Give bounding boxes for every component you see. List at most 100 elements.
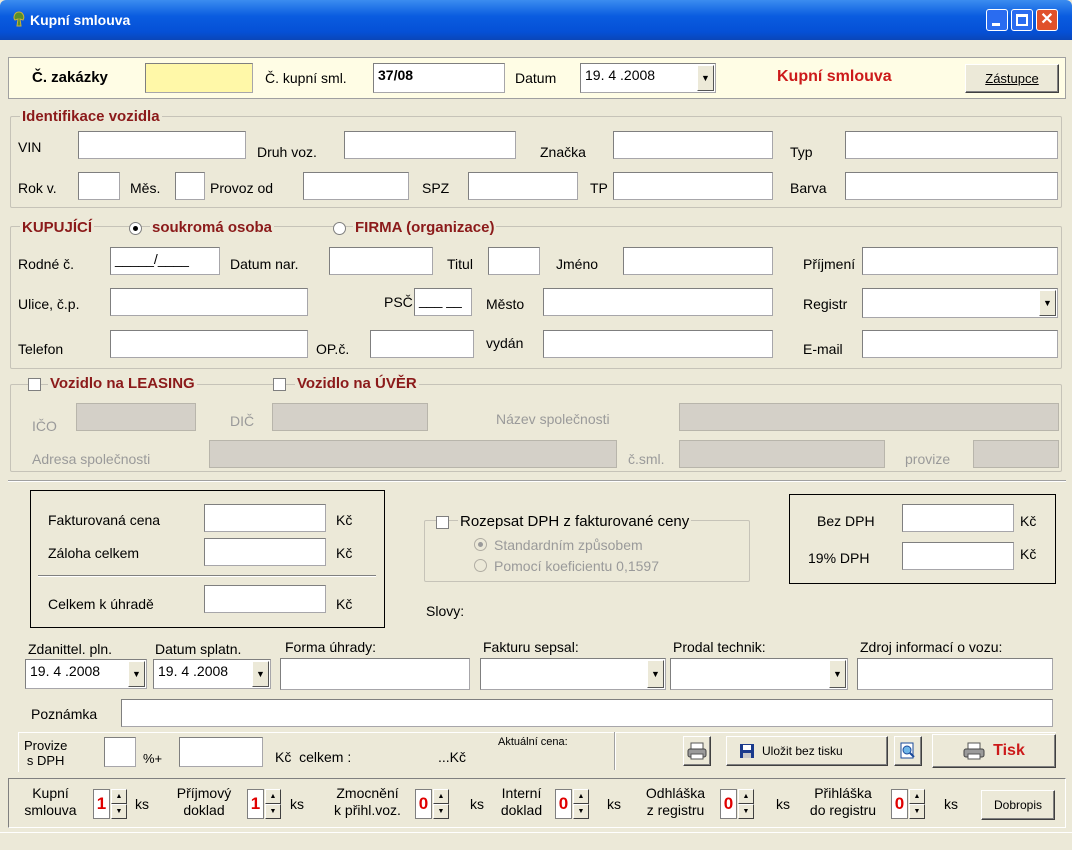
radio-soukroma-osoba[interactable] xyxy=(129,222,142,235)
fakturu-select[interactable]: ▼ xyxy=(480,658,666,690)
psc-input[interactable]: ___ __ xyxy=(414,288,472,316)
doc-count-value[interactable]: 1 xyxy=(247,789,264,819)
down-arrow-icon[interactable]: ▼ xyxy=(433,804,449,819)
typ-input[interactable] xyxy=(845,131,1058,159)
mes-input[interactable] xyxy=(175,172,205,200)
spinner-arrows[interactable]: ▲ ▼ xyxy=(433,789,449,819)
prodal-select[interactable]: ▼ xyxy=(670,658,848,690)
radio-soukroma-label[interactable]: soukromá osoba xyxy=(150,219,275,236)
jmeno-input[interactable] xyxy=(623,247,773,275)
down-arrow-icon[interactable]: ▼ xyxy=(909,804,925,819)
ulice-input[interactable] xyxy=(110,288,308,316)
uver-checkbox[interactable] xyxy=(273,378,286,391)
spinner-arrows[interactable]: ▲ ▼ xyxy=(111,789,127,819)
doc-count-value[interactable]: 0 xyxy=(415,789,432,819)
down-arrow-icon[interactable]: ▼ xyxy=(573,804,589,819)
provoz-input[interactable] xyxy=(303,172,409,200)
up-arrow-icon[interactable]: ▲ xyxy=(738,789,754,804)
provize-kc-input[interactable] xyxy=(179,737,263,767)
celkem-input[interactable] xyxy=(204,585,326,613)
up-arrow-icon[interactable]: ▲ xyxy=(265,789,281,804)
slovy-label: Slovy: xyxy=(426,603,465,619)
radio-firma-label[interactable]: FIRMA (organizace) xyxy=(353,219,497,236)
chevron-down-icon[interactable]: ▼ xyxy=(647,660,664,688)
spz-input[interactable] xyxy=(468,172,578,200)
doc-count-spinner-0[interactable]: 1 ▲ ▼ xyxy=(93,789,130,819)
titul-input[interactable] xyxy=(488,247,540,275)
chevron-down-icon[interactable]: ▼ xyxy=(128,661,145,687)
rok-input[interactable] xyxy=(78,172,120,200)
print-preview-button[interactable] xyxy=(683,736,711,766)
dph19-input[interactable] xyxy=(902,542,1014,570)
doc-count-spinner-5[interactable]: 0 ▲ ▼ xyxy=(891,789,928,819)
zdanitel-select[interactable]: 19. 4 .2008 ▼ xyxy=(25,659,147,689)
chevron-down-icon[interactable]: ▼ xyxy=(252,661,269,687)
datum-value: 19. 4 .2008 xyxy=(585,67,656,83)
leasing-checkbox[interactable] xyxy=(28,378,41,391)
doc-count-spinner-2[interactable]: 0 ▲ ▼ xyxy=(415,789,452,819)
mesto-input[interactable] xyxy=(543,288,773,316)
doc-count-value[interactable]: 0 xyxy=(555,789,572,819)
down-arrow-icon[interactable]: ▼ xyxy=(111,804,127,819)
spinner-arrows[interactable]: ▲ ▼ xyxy=(573,789,589,819)
app-icon xyxy=(11,10,27,28)
aktualni-divider xyxy=(614,732,616,770)
print-button[interactable]: Tisk xyxy=(932,734,1056,768)
leasing-label[interactable]: Vozidlo na LEASING xyxy=(48,375,197,392)
email-input[interactable] xyxy=(862,330,1058,358)
barva-input[interactable] xyxy=(845,172,1058,200)
doc-count-value[interactable]: 0 xyxy=(891,789,908,819)
provize-pct-input[interactable] xyxy=(104,737,136,767)
uver-label[interactable]: Vozidlo na ÚVĚR xyxy=(295,375,419,392)
chevron-down-icon[interactable]: ▼ xyxy=(1039,290,1056,316)
zakazka-input[interactable] xyxy=(145,63,253,93)
bez-dph-input[interactable] xyxy=(902,504,1014,532)
chevron-down-icon[interactable]: ▼ xyxy=(697,65,714,91)
rodne-input[interactable]: _____/____ xyxy=(110,247,220,275)
zastupce-button[interactable]: Zástupce xyxy=(965,64,1059,93)
spinner-arrows[interactable]: ▲ ▼ xyxy=(265,789,281,819)
kupni-sml-input[interactable]: 37/08 xyxy=(373,63,505,93)
doc-count-value[interactable]: 1 xyxy=(93,789,110,819)
dobropis-button[interactable]: Dobropis xyxy=(981,790,1055,820)
spinner-arrows[interactable]: ▲ ▼ xyxy=(738,789,754,819)
save-button[interactable]: Uložit bez tisku xyxy=(726,736,888,766)
zaloha-input[interactable] xyxy=(204,538,326,566)
maximize-button[interactable] xyxy=(1011,9,1033,31)
tp-input[interactable] xyxy=(613,172,773,200)
spinner-arrows[interactable]: ▲ ▼ xyxy=(909,789,925,819)
chevron-down-icon[interactable]: ▼ xyxy=(829,660,846,688)
doc-count-spinner-3[interactable]: 0 ▲ ▼ xyxy=(555,789,592,819)
forma-input[interactable] xyxy=(280,658,470,690)
doc-count-spinner-1[interactable]: 1 ▲ ▼ xyxy=(247,789,284,819)
vydan-input[interactable] xyxy=(543,330,773,358)
doc-count-spinner-4[interactable]: 0 ▲ ▼ xyxy=(720,789,757,819)
radio-firma[interactable] xyxy=(333,222,346,235)
up-arrow-icon[interactable]: ▲ xyxy=(433,789,449,804)
datum-select[interactable]: 19. 4 .2008 ▼ xyxy=(580,63,716,93)
telefon-input[interactable] xyxy=(110,330,308,358)
preview-button[interactable] xyxy=(894,736,922,766)
down-arrow-icon[interactable]: ▼ xyxy=(265,804,281,819)
rozepsat-checkbox[interactable] xyxy=(436,516,449,529)
splatn-select[interactable]: 19. 4 .2008 ▼ xyxy=(153,659,271,689)
poznamka-input[interactable] xyxy=(121,699,1053,727)
op-input[interactable] xyxy=(370,330,474,358)
down-arrow-icon[interactable]: ▼ xyxy=(738,804,754,819)
prijmeni-input[interactable] xyxy=(862,247,1058,275)
zdroj-input[interactable] xyxy=(857,658,1053,690)
title-bar: Kupní smlouva ✕ xyxy=(0,0,1072,40)
druh-input[interactable] xyxy=(344,131,516,159)
up-arrow-icon[interactable]: ▲ xyxy=(573,789,589,804)
fakturovana-input[interactable] xyxy=(204,504,326,532)
rozepsat-label[interactable]: Rozepsat DPH z fakturované ceny xyxy=(458,514,692,530)
close-button[interactable]: ✕ xyxy=(1036,9,1058,31)
znacka-input[interactable] xyxy=(613,131,773,159)
minimize-button[interactable] xyxy=(986,9,1008,31)
registr-select[interactable]: ▼ xyxy=(862,288,1058,318)
up-arrow-icon[interactable]: ▲ xyxy=(909,789,925,804)
up-arrow-icon[interactable]: ▲ xyxy=(111,789,127,804)
doc-count-value[interactable]: 0 xyxy=(720,789,737,819)
datum-nar-input[interactable] xyxy=(329,247,433,275)
vin-input[interactable] xyxy=(78,131,246,159)
